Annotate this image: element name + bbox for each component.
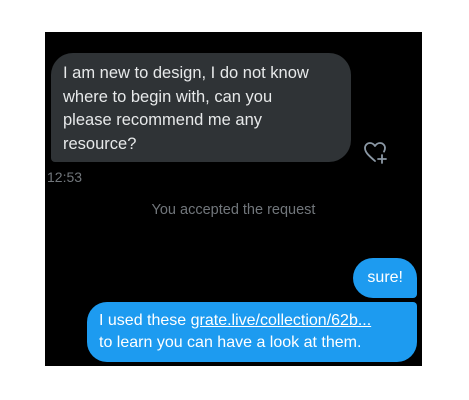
message-line: where to begin with, can you <box>63 87 273 106</box>
outgoing-message-bubble[interactable]: sure! <box>353 258 417 298</box>
incoming-message-bubble[interactable]: I am new to design, I do not know where … <box>51 53 351 162</box>
message-line: I used these grate.live/collection/62b..… <box>99 310 405 332</box>
message-timestamp: 12:53 <box>47 169 83 185</box>
message-line: to learn you can have a look at them. <box>99 334 362 351</box>
message-line: I am new to design, I do not know <box>63 64 309 82</box>
outgoing-message-bubble[interactable]: I used these grate.live/collection/62b..… <box>87 302 417 362</box>
system-message: You accepted the request <box>151 202 316 218</box>
message-line: please recommend me any <box>63 111 263 129</box>
chat-conversation: I am new to design, I do not know where … <box>45 32 422 366</box>
message-text: I used these <box>99 312 191 329</box>
message-link[interactable]: grate.live/collection/62b... <box>191 312 372 329</box>
message-line: resource? <box>63 134 137 153</box>
heart-plus-icon[interactable] <box>363 140 389 166</box>
